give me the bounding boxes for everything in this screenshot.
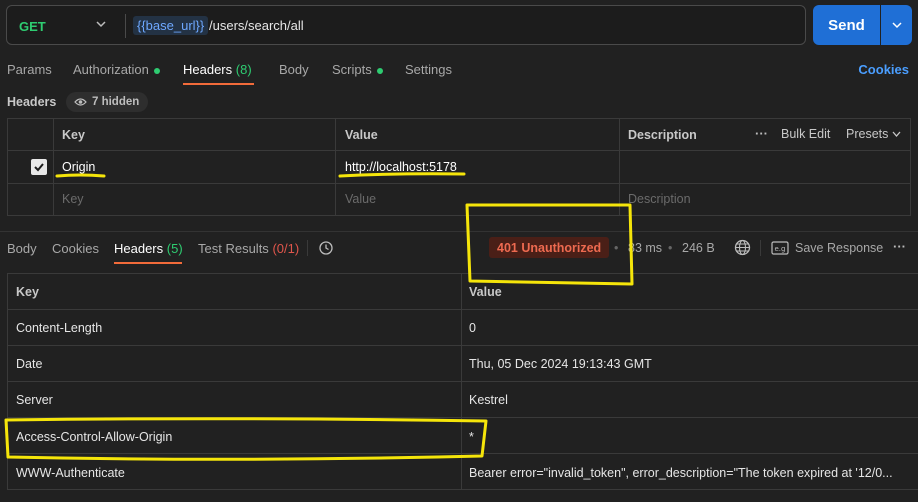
annotation-underline — [338, 172, 466, 178]
annotation-underline — [55, 173, 106, 178]
annotation-overlay — [4, 172, 634, 461]
annotation-box — [4, 417, 488, 461]
annotation-box — [465, 203, 634, 286]
